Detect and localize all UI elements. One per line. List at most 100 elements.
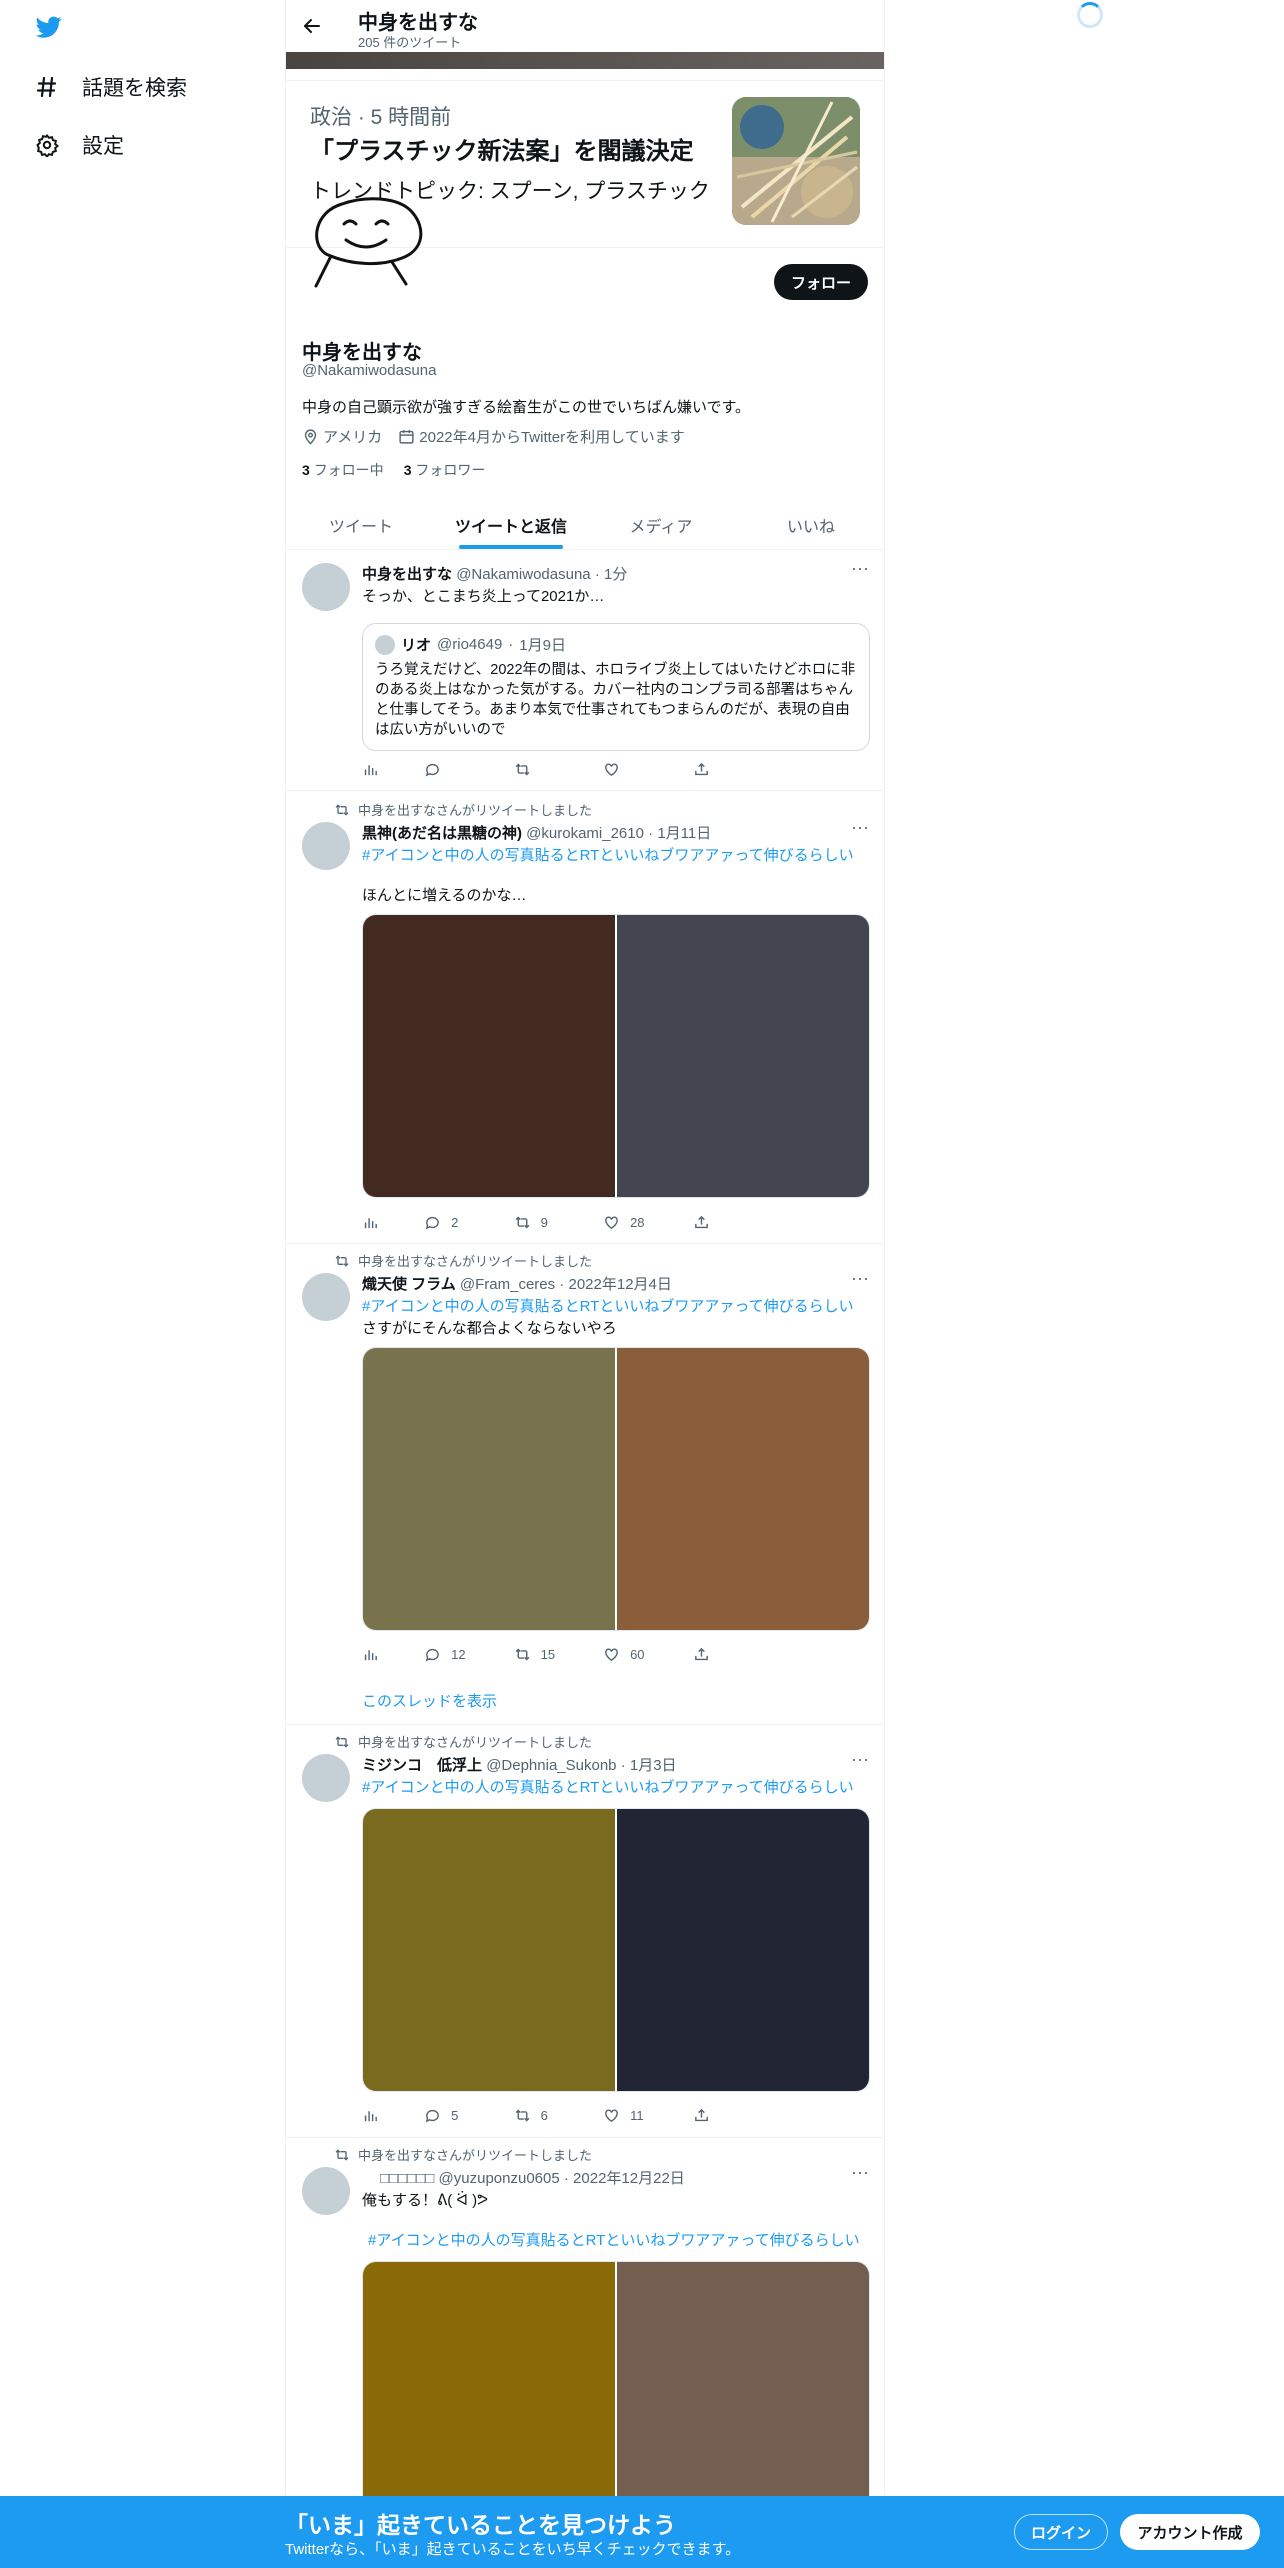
- tweet-header: 熾天使 フラム @Fram_ceres · 2022年12月4日: [362, 1276, 672, 1293]
- retweet-icon: [515, 1648, 529, 1660]
- tweet-hashtag[interactable]: #アイコンと中の人の写真貼るとRTといいねブワアアァって伸びるらしい: [362, 1776, 854, 1797]
- follow-stats: 3 フォロー中 3 フォロワー: [302, 460, 485, 480]
- twitter-bird-icon[interactable]: [34, 14, 64, 40]
- signup-button[interactable]: アカウント作成: [1120, 2514, 1260, 2550]
- retweet-context: 中身を出すなさんがリツイートしました: [334, 2145, 592, 2164]
- like-button[interactable]: 11: [603, 2107, 692, 2124]
- tweet-hashtag[interactable]: #アイコンと中の人の写真貼るとRTといいねブワアアァって伸びるらしい: [368, 2229, 860, 2250]
- back-arrow-icon[interactable]: [300, 14, 324, 38]
- retweet-button[interactable]: 6: [514, 2107, 603, 2124]
- tweet[interactable]: 中身を出すな @Nakamiwodasuna · 1分 ··· そっか、とこまち…: [286, 551, 884, 791]
- gear-icon: [34, 132, 60, 158]
- views-button[interactable]: [362, 1646, 424, 1663]
- quoted-tweet-text: うろ覚えだけど、2022年の間は、ホロライブ炎上してはいたけどホロに非のある炎上…: [375, 662, 856, 738]
- news-thumbnail: [732, 97, 860, 225]
- share-button[interactable]: [693, 761, 782, 778]
- tweet-avatar[interactable]: [302, 2167, 350, 2215]
- quoted-avatar: [375, 634, 395, 655]
- tab-media[interactable]: メディア: [586, 500, 736, 549]
- reply-button[interactable]: [424, 761, 513, 778]
- reply-button[interactable]: 5: [424, 2107, 513, 2124]
- profile-bio: 中身の自己顕示欲が強すぎる絵畜生がこの世でいちばん嫌いです。: [302, 399, 751, 416]
- retweet-icon: [334, 1734, 350, 1750]
- views-button[interactable]: [362, 2107, 424, 2124]
- login-button[interactable]: ログイン: [1014, 2514, 1108, 2550]
- retweet-context: 中身を出すなさんがリツイートしました: [334, 1732, 592, 1751]
- location-pin-icon: [304, 429, 317, 445]
- tab-tweets-and-replies[interactable]: ツイートと返信: [436, 500, 586, 549]
- tweet-hashtag[interactable]: #アイコンと中の人の写真貼るとRTといいねブワアアァって伸びるらしい: [362, 844, 854, 865]
- heart-icon: [605, 1647, 618, 1661]
- avatar[interactable]: [302, 190, 432, 302]
- like-button[interactable]: 60: [603, 1646, 692, 1663]
- tweet-actions: 2 9 28: [362, 1212, 782, 1232]
- tweet-hashtag[interactable]: #アイコンと中の人の写真貼るとRTといいねブワアアァって伸びるらしい: [362, 1295, 854, 1316]
- retweet-context: 中身を出すなさんがリツイートしました: [334, 800, 592, 819]
- views-button[interactable]: [362, 761, 424, 778]
- heart-icon: [605, 762, 618, 776]
- reply-button[interactable]: 2: [424, 1214, 513, 1231]
- following-link[interactable]: 3 フォロー中: [302, 460, 384, 480]
- followers-link[interactable]: 3 フォロワー: [404, 460, 486, 480]
- profile-name: 中身を出すな: [302, 342, 422, 364]
- news-meta: 政治 · 5 時間前: [310, 106, 452, 129]
- like-button[interactable]: [603, 761, 692, 778]
- more-icon[interactable]: ···: [850, 2163, 870, 2187]
- like-button[interactable]: 28: [603, 1214, 692, 1231]
- news-title: 「プラスチック新法案」を閣議決定: [310, 138, 694, 165]
- views-button[interactable]: [362, 1214, 424, 1231]
- tab-tweets[interactable]: ツイート: [286, 500, 436, 549]
- retweet-button[interactable]: 9: [514, 1214, 603, 1231]
- media-image[interactable]: [363, 1809, 615, 2091]
- nav-explore-label: 話題を検索: [82, 77, 187, 100]
- more-icon[interactable]: ···: [850, 818, 870, 842]
- show-thread-link[interactable]: このスレッドを表示: [362, 1690, 497, 1711]
- calendar-icon: [399, 430, 414, 444]
- reply-icon: [425, 1648, 440, 1661]
- media-image[interactable]: [617, 915, 869, 1197]
- quoted-tweet[interactable]: リオ @rio4649 · 1月9日 うろ覚えだけど、2022年の間は、ホロライ…: [362, 623, 870, 751]
- tweet-avatar[interactable]: [302, 1754, 350, 1802]
- tab-likes[interactable]: いいね: [736, 500, 884, 549]
- more-icon[interactable]: ···: [850, 1750, 870, 1774]
- retweet-button[interactable]: 15: [514, 1646, 603, 1663]
- share-button[interactable]: [693, 2107, 782, 2124]
- tweet[interactable]: 中身を出すなさんがリツイートしました ミジンコ 低浮上 @Dephnia_Suk…: [286, 1726, 884, 2138]
- tweet-avatar[interactable]: [302, 822, 350, 870]
- media-image[interactable]: [617, 1348, 869, 1630]
- profile-location: アメリカ: [323, 429, 383, 446]
- media-image[interactable]: [363, 915, 615, 1197]
- header-title: 中身を出すな: [358, 12, 478, 34]
- nav-explore[interactable]: 話題を検索: [34, 72, 187, 102]
- retweet-button[interactable]: [514, 761, 603, 778]
- more-icon[interactable]: ···: [850, 1269, 870, 1293]
- share-icon: [694, 2108, 708, 2121]
- follow-button[interactable]: フォロー: [774, 264, 868, 300]
- tweet-media[interactable]: [362, 1808, 870, 2092]
- tweet-media[interactable]: [362, 1347, 870, 1631]
- more-icon[interactable]: ···: [850, 559, 870, 583]
- media-image[interactable]: [363, 1348, 615, 1630]
- profile-meta: アメリカ 2022年4月からTwitterを利用しています: [302, 426, 685, 447]
- tweet-avatar[interactable]: [302, 563, 350, 611]
- tweet-text: そっか、とこまち炎上って2021か…: [362, 588, 605, 605]
- views-icon: [364, 2110, 377, 2121]
- share-button[interactable]: [693, 1646, 782, 1663]
- share-button[interactable]: [693, 1214, 782, 1231]
- tweet[interactable]: 中身を出すなさんがリツイートしました 黒神(あだ名は黒糖の神) @kurokam…: [286, 792, 884, 1244]
- tweet-avatar[interactable]: [302, 1273, 350, 1321]
- profile-header: 中身を出すな 205 件のツイート: [286, 0, 884, 52]
- profile-banner: [286, 52, 884, 69]
- tweet-header: ミジンコ 低浮上 @Dephnia_Sukonb · 1月3日: [362, 1757, 677, 1774]
- heart-icon: [605, 2108, 618, 2122]
- tweet-media[interactable]: [362, 914, 870, 1198]
- tweet[interactable]: 中身を出すなさんがリツイートしました 熾天使 フラム @Fram_ceres ·…: [286, 1245, 884, 1725]
- reply-button[interactable]: 12: [424, 1646, 513, 1663]
- tweet-text: ほんとに増えるのかな…: [362, 887, 527, 904]
- reply-icon: [425, 763, 440, 776]
- tweet-header: □□□□□□ @yuzuponzu0605 · 2022年12月22日: [380, 2170, 685, 2187]
- retweet-icon: [515, 1216, 529, 1228]
- header-tweet-count: 205 件のツイート: [358, 35, 462, 50]
- media-image[interactable]: [617, 1809, 869, 2091]
- nav-settings[interactable]: 設定: [34, 130, 124, 160]
